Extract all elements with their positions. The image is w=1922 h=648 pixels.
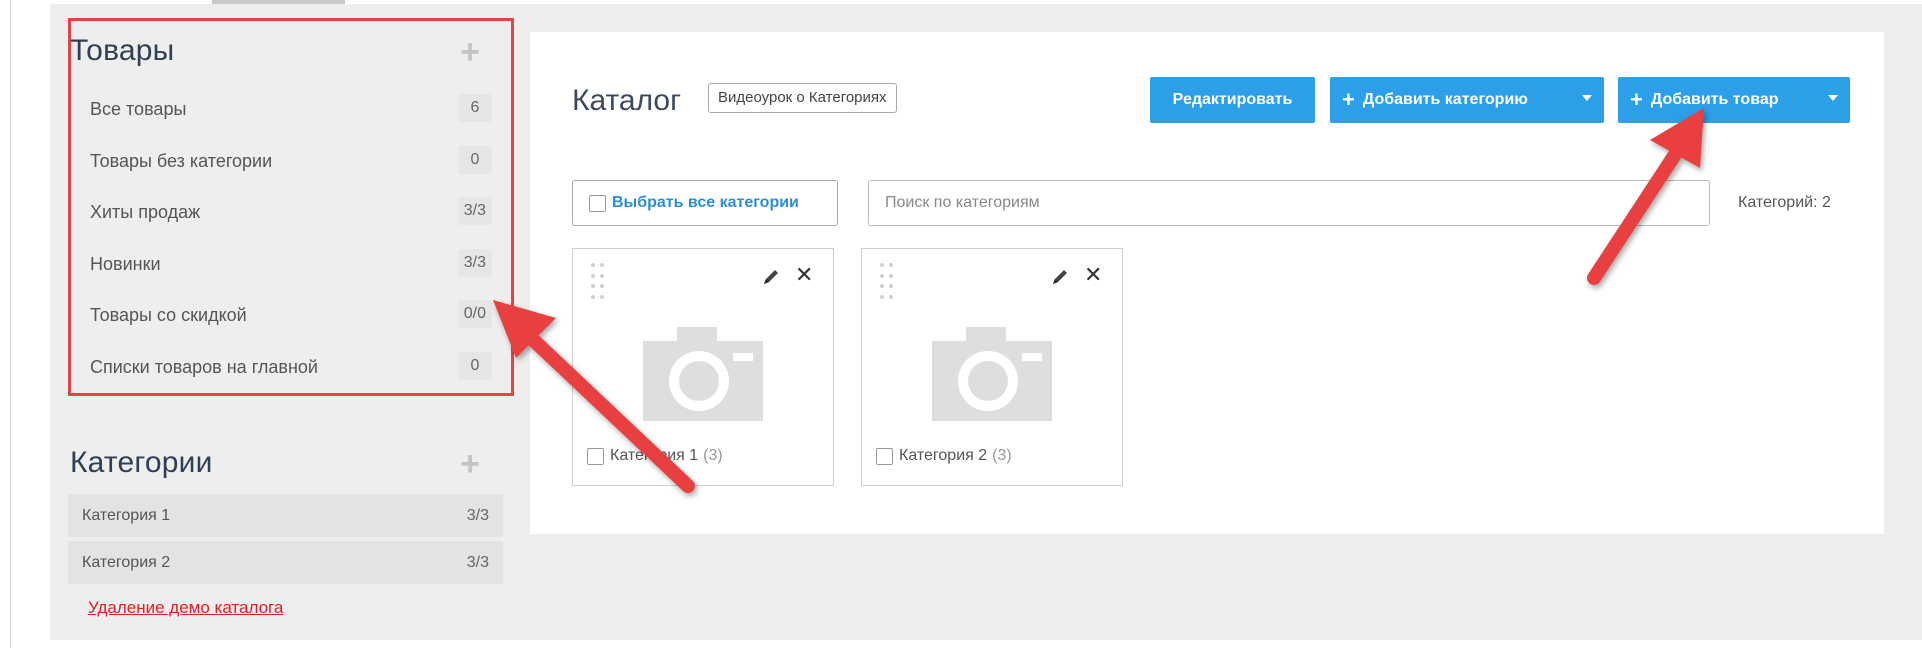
camera-icon (932, 327, 1052, 421)
sidebar-item-home-lists[interactable]: Списки товаров на главной 0 (70, 342, 492, 394)
sidebar-item-label: Новинки (90, 253, 161, 274)
sidebar-item-label: Все товары (90, 99, 187, 120)
card-checkbox[interactable] (587, 447, 604, 465)
plus-icon: + (1630, 87, 1643, 112)
close-icon[interactable]: ✕ (1084, 263, 1102, 287)
pencil-icon[interactable] (761, 267, 781, 287)
count-badge: 0/0 (457, 300, 492, 328)
count-badge: 0 (458, 145, 492, 174)
video-tutorial-button[interactable]: Видеоурок о Категориях (708, 83, 897, 113)
camera-icon (643, 327, 763, 421)
add-category-plus-icon[interactable]: + (450, 446, 490, 486)
count-badge: 3/3 (457, 197, 492, 225)
categories-list: Категория 1 3/3 Категория 2 3/3 (68, 494, 503, 588)
plus-icon: + (1342, 87, 1355, 112)
close-icon[interactable]: ✕ (795, 263, 813, 287)
sidebar-item-discount[interactable]: Товары со скидкой 0/0 (70, 290, 492, 342)
sidebar-item-new[interactable]: Новинки 3/3 (70, 239, 492, 291)
card-count: (3) (703, 447, 723, 464)
pencil-icon[interactable] (1050, 267, 1070, 287)
sidebar-item-no-category[interactable]: Товары без категории 0 (70, 136, 492, 188)
sidebar-item-label: Товары со скидкой (90, 305, 247, 326)
goods-list: Все товары 6 Товары без категории 0 Хиты… (70, 84, 492, 393)
category-count: 3/3 (466, 506, 489, 524)
drag-handle-icon[interactable] (880, 263, 894, 301)
catalog-panel: Каталог Видеоурок о Категориях Редактиро… (530, 32, 1884, 534)
add-goods-list-plus-icon[interactable]: + (450, 34, 490, 74)
add-category-label: Добавить категорию (1362, 91, 1528, 108)
edit-button-label: Редактировать (1172, 91, 1293, 108)
category-card-1[interactable]: ✕ Категория 1 (3) (572, 248, 834, 486)
categories-header: Категории + (70, 446, 490, 486)
add-category-button[interactable]: + Добавить категорию (1330, 77, 1604, 123)
caret-down-icon[interactable] (1582, 95, 1592, 101)
card-title: Категория 2 (899, 447, 988, 464)
sidebar-category-1[interactable]: Категория 1 3/3 (68, 494, 503, 537)
delete-demo-catalog-link[interactable]: Удаление демо каталога (88, 598, 283, 618)
card-title: Категория 1 (610, 447, 699, 464)
card-checkbox[interactable] (876, 447, 893, 465)
categories-count: Категорий: 2 (1738, 194, 1831, 211)
count-badge: 0 (458, 351, 492, 380)
card-label: Категория 2 (3) (876, 447, 1012, 465)
category-label: Категория 1 (82, 506, 171, 524)
card-count: (3) (992, 447, 1012, 464)
sidebar-item-label: Товары без категории (90, 150, 273, 171)
add-goods-button[interactable]: + Добавить товар (1618, 77, 1850, 123)
edit-button[interactable]: Редактировать (1150, 77, 1315, 123)
goods-header: Товары + (70, 34, 490, 74)
category-search-input[interactable] (868, 180, 1710, 226)
caret-down-icon[interactable] (1828, 95, 1838, 101)
count-badge: 6 (458, 94, 492, 122)
count-badge: 3/3 (457, 248, 492, 277)
select-all-label: Выбрать все категории (612, 194, 799, 211)
card-label: Категория 1 (3) (587, 447, 723, 465)
category-card-2[interactable]: ✕ Категория 2 (3) (861, 248, 1123, 486)
add-goods-label: Добавить товар (1650, 91, 1779, 108)
sidebar-item-label: Списки товаров на главной (90, 356, 318, 377)
goods-title: Товары (70, 34, 175, 67)
categories-title: Категории (70, 446, 213, 479)
category-label: Категория 2 (82, 553, 171, 571)
sidebar-item-label: Хиты продаж (90, 202, 201, 223)
select-all-categories-button[interactable]: Выбрать все категории (572, 180, 838, 226)
sidebar-item-all-goods[interactable]: Все товары 6 (70, 84, 492, 136)
sidebar-category-2[interactable]: Категория 2 3/3 (68, 541, 503, 584)
sidebar-item-bestsellers[interactable]: Хиты продаж 3/3 (70, 187, 492, 239)
select-all-checkbox[interactable] (589, 194, 606, 212)
page-title: Каталог (572, 84, 682, 117)
category-count: 3/3 (466, 553, 489, 571)
drag-handle-icon[interactable] (591, 263, 605, 301)
